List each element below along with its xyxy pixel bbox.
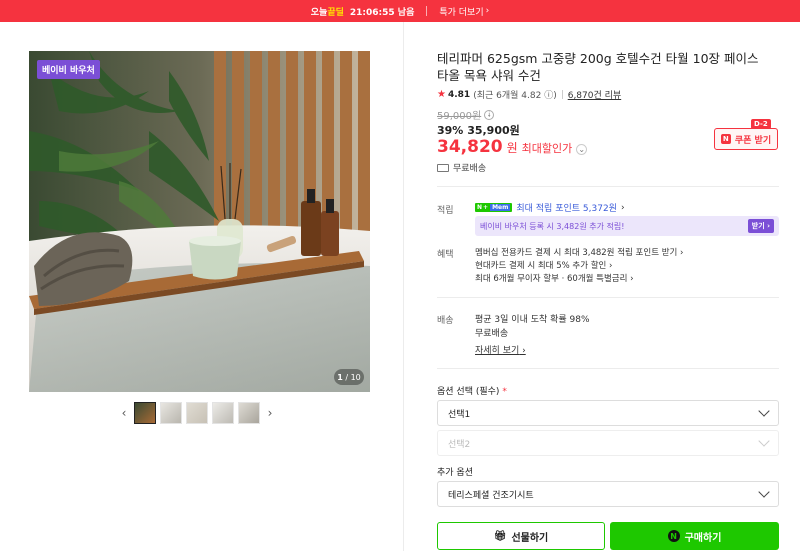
delivery-eta: 평균 3일 이내 도착 확률 98% <box>475 315 590 325</box>
points-label: 적립 <box>437 206 454 216</box>
original-price-row: 59,000원 i <box>437 107 495 122</box>
final-price: 34,820 <box>437 137 503 157</box>
banner-divider <box>426 6 428 16</box>
free-shipping-row: 무료배송 <box>437 161 486 174</box>
discount-row: 39% 35,900원 <box>437 122 520 138</box>
rating-recent: (최근 6개월 4.82 ⓘ) <box>473 91 557 101</box>
image-counter: 1 / 10 <box>334 369 364 385</box>
final-price-unit: 원 <box>506 141 518 155</box>
baby-voucher-badge: 베이비 바우처 <box>37 60 100 79</box>
delivery-label: 배송 <box>437 316 454 326</box>
chevron-right-icon: › <box>620 202 625 213</box>
discount-percent: 39% <box>437 124 464 137</box>
thumb-prev-icon[interactable]: ‹ <box>118 402 130 424</box>
thumbnail-1[interactable] <box>134 402 156 424</box>
extra-option-label: 추가 옵션 <box>437 468 473 478</box>
coupon-button[interactable]: N 쿠폰 받기 <box>714 128 778 150</box>
extra-option-select[interactable]: 테리스페셜 건조기시트 <box>437 481 779 507</box>
benefit-item[interactable]: 최대 6개월 무이자 할부 · 60개월 특별금리 › <box>475 272 634 284</box>
voucher-points-banner[interactable]: 베이비 바우처 등록 시 3,482원 추가 적립! 받기 › <box>475 216 779 236</box>
thumbnail-4[interactable] <box>212 402 234 424</box>
option-select-1[interactable]: 선택1 <box>437 400 779 426</box>
option-label: 옵션 선택 (필수) * <box>437 387 507 397</box>
chevron-down-icon[interactable]: ⌄ <box>576 144 588 155</box>
buy-button[interactable]: N 구매하기 <box>610 522 779 550</box>
divider <box>437 368 779 369</box>
chevron-down-icon <box>758 486 770 498</box>
more-deals-link[interactable]: 특가 더보기 › <box>439 5 489 18</box>
chevron-down-icon <box>758 435 770 447</box>
product-title: 테리파머 625gsm 고중량 200g 호텔수건 타월 10장 페이스 타올 … <box>437 51 759 83</box>
naver-pay-icon: N <box>667 530 680 542</box>
rating-score: 4.81 <box>447 89 471 100</box>
delivery-fee: 무료배송 <box>475 329 509 339</box>
benefit-item[interactable]: 멤버십 전용카드 결제 시 최대 3,482원 적립 포인트 받기 › <box>475 246 683 258</box>
voucher-get-button[interactable]: 받기 › <box>747 219 774 233</box>
rating-divider <box>561 90 563 99</box>
column-divider <box>403 22 404 551</box>
discount-price: 35,900원 <box>467 124 520 137</box>
chevron-down-icon <box>758 405 770 417</box>
divider <box>437 186 779 187</box>
truck-icon <box>437 163 449 172</box>
option-select-2[interactable]: 선택2 <box>437 430 779 456</box>
final-price-row: 34,820 원 최대할인가 ⌄ <box>437 137 588 157</box>
product-main-image[interactable] <box>29 51 370 392</box>
max-discount-label[interactable]: 최대할인가 <box>522 140 573 156</box>
original-price: 59,000원 <box>437 111 482 122</box>
thumbnail-2[interactable] <box>160 402 182 424</box>
thumbnail-strip: ‹ › <box>118 402 276 424</box>
deal-timer: 21:06:55 남음 <box>349 7 415 18</box>
deal-banner: 오늘끝딜 21:06:55 남음 특가 더보기 › <box>0 0 800 22</box>
naver-n-icon: N <box>720 134 731 144</box>
gift-icon: 🎁︎ <box>493 530 507 542</box>
review-count-link[interactable]: 6,870건 리뷰 <box>568 88 621 101</box>
benefits-label: 혜택 <box>437 250 454 260</box>
price-info-icon[interactable]: i <box>484 109 495 120</box>
gift-button[interactable]: 🎁︎ 선물하기 <box>437 522 605 550</box>
thumb-next-icon[interactable]: › <box>264 402 276 424</box>
rating-row: ★ 4.81 (최근 6개월 4.82 ⓘ) 6,870건 리뷰 <box>437 88 621 101</box>
thumbnail-3[interactable] <box>186 402 208 424</box>
divider <box>437 297 779 298</box>
benefit-item[interactable]: 현대카드 결제 시 최대 5% 추가 할인 › <box>475 259 612 271</box>
thumbnail-5[interactable] <box>238 402 260 424</box>
max-points-text: 최대 적립 포인트 5,372원 <box>516 204 617 214</box>
delivery-detail-link[interactable]: 자세히 보기 › <box>475 343 526 356</box>
chevron-right-icon: › <box>485 6 490 16</box>
star-icon: ★ <box>437 89 446 100</box>
deal-title: 오늘끝딜 <box>310 7 344 18</box>
naver-membership-icon: N + Mem <box>475 203 513 212</box>
info-icon: ⓘ <box>544 91 554 101</box>
points-row[interactable]: N + Mem 최대 적립 포인트 5,372원 › <box>475 201 625 214</box>
